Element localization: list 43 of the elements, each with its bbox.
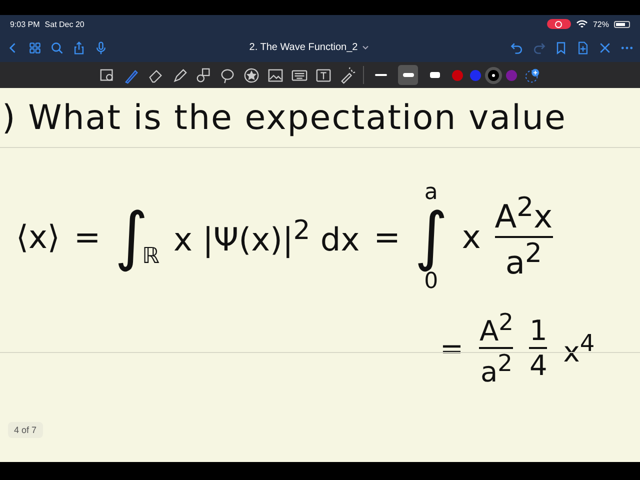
document-title[interactable]: 2. The Wave Function_2 xyxy=(249,42,358,53)
zoom-tool-icon[interactable] xyxy=(99,66,116,84)
color-swatch[interactable] xyxy=(452,70,463,80)
handwritten-question: ) What is the expectation value xyxy=(2,98,568,138)
grid-icon[interactable] xyxy=(28,40,42,54)
share-icon[interactable] xyxy=(72,40,86,54)
handwritten-math: x |Ψ(x)|$^{2}$ dx xyxy=(174,215,360,259)
handwritten-math: A$^{2}$ xyxy=(479,308,514,348)
handwritten-math: A$^{2}$x xyxy=(494,192,553,236)
highlighter-tool-icon[interactable] xyxy=(171,66,188,84)
add-page-icon[interactable] xyxy=(576,40,590,54)
handwritten-math: a xyxy=(424,180,438,205)
handwritten-math: = xyxy=(74,218,101,256)
stroke-width-option[interactable] xyxy=(398,65,418,85)
handwritten-math: a$^{2}$ xyxy=(505,238,542,282)
handwritten-math: 4 xyxy=(529,349,548,382)
text-tool-icon[interactable] xyxy=(315,66,332,84)
shapes-tool-icon[interactable] xyxy=(195,66,212,84)
bookmark-icon[interactable] xyxy=(554,40,568,54)
status-date: Sat Dec 20 xyxy=(44,20,84,28)
status-time: 9:03 PM xyxy=(10,20,40,28)
lasso-tool-icon[interactable] xyxy=(219,66,236,84)
handwritten-math: 1 xyxy=(529,314,548,348)
page-indicator: 4 of 7 xyxy=(8,422,43,438)
wifi-icon xyxy=(576,20,588,28)
handwritten-math: = xyxy=(374,218,400,256)
laser-tool-icon[interactable] xyxy=(339,66,356,84)
color-swatch[interactable] xyxy=(470,70,481,80)
search-icon[interactable] xyxy=(50,40,64,54)
image-tool-icon[interactable] xyxy=(267,66,284,84)
add-color-icon[interactable] xyxy=(524,66,541,84)
handwritten-math: x xyxy=(462,218,481,256)
undo-icon[interactable] xyxy=(510,40,524,54)
handwritten-math: ⟨x⟩ xyxy=(16,218,60,256)
color-swatch[interactable] xyxy=(506,70,517,80)
chevron-down-icon[interactable] xyxy=(362,45,369,50)
battery-percentage: 72% xyxy=(592,20,609,28)
battery-icon xyxy=(614,20,630,28)
handwritten-math: a$^{2}$ xyxy=(480,349,512,389)
sticker-tool-icon[interactable] xyxy=(243,66,260,84)
close-icon[interactable] xyxy=(598,40,612,54)
microphone-icon[interactable] xyxy=(94,40,108,54)
color-swatch[interactable] xyxy=(488,70,499,80)
